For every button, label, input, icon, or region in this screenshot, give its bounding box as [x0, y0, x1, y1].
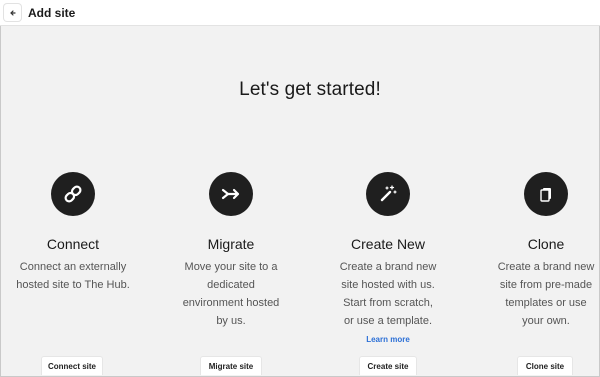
option-icon-circle — [51, 172, 95, 216]
option-description: Create a brand new site from pre-made te… — [497, 261, 595, 327]
magic-wand-icon — [380, 185, 397, 202]
migrate-arrow-icon — [221, 188, 240, 200]
create-site-button[interactable]: Create site — [359, 356, 417, 375]
option-description: Create a brand new site hosted with us. … — [339, 261, 437, 327]
option-icon-circle — [366, 172, 410, 216]
option-card-migrate: Migrate Move your site to a dedicated en… — [156, 172, 306, 330]
headline: Let's get started! — [239, 79, 381, 100]
copy-pages-icon — [540, 188, 551, 202]
option-card-create-new: Create New Create a brand new site hoste… — [313, 172, 463, 330]
option-title: Migrate — [207, 236, 255, 252]
option-title: Clone — [527, 236, 565, 252]
page-title: Add site — [28, 6, 76, 20]
connect-site-button[interactable]: Connect site — [41, 356, 103, 375]
option-description: Connect an externally hosted site to The… — [16, 261, 130, 291]
option-card-connect: Connect Connect an externally hosted sit… — [0, 172, 148, 294]
migrate-site-button[interactable]: Migrate site — [200, 356, 262, 375]
learn-more-link[interactable]: Learn more — [313, 335, 463, 344]
back-button[interactable] — [4, 4, 21, 21]
page-header: Add site — [0, 0, 600, 26]
option-icon-circle — [524, 172, 568, 216]
option-icon-circle — [209, 172, 253, 216]
link-icon — [64, 185, 82, 203]
clone-site-button[interactable]: Clone site — [517, 356, 573, 375]
option-description: Move your site to a dedicated environmen… — [182, 261, 280, 327]
option-card-clone: Clone Create a brand new site from pre-m… — [471, 172, 600, 330]
option-title: Connect — [46, 236, 100, 252]
option-title: Create New — [351, 236, 425, 252]
arrow-left-icon — [9, 9, 16, 16]
